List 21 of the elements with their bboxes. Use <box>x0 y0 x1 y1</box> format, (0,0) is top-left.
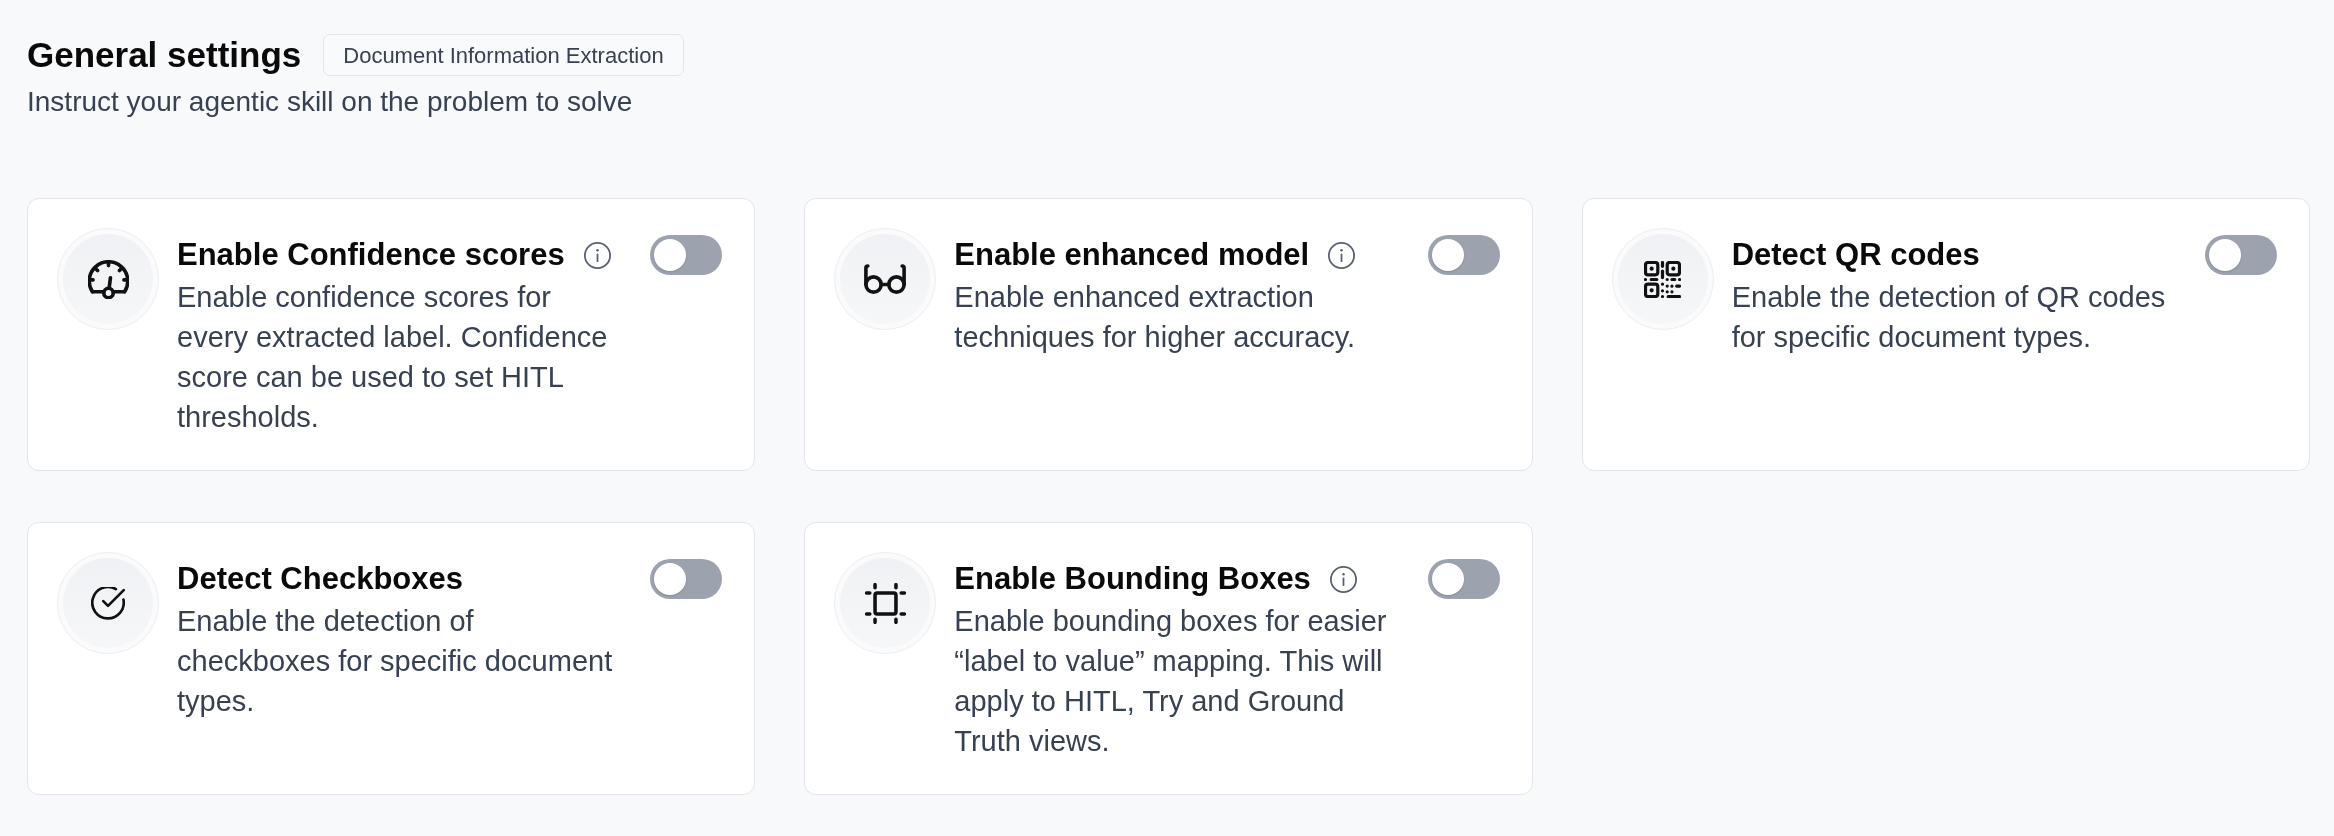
toggle-switch[interactable] <box>2205 235 2277 275</box>
setting-description: Enable bounding boxes for easier “label to value” mapping. This will apply to HITL, Try and Ground Truth views. <box>954 604 1388 759</box>
setting-description: Enable confidence scores for every extracted label. Confidence score can be used to set HITL thresholds. <box>177 280 609 435</box>
setting-title: Enable Bounding Boxes <box>954 560 1311 598</box>
page-subtitle: Instruct your agentic skill on the problem to solve <box>27 85 634 119</box>
category-badge: Document Information Extraction <box>323 34 684 76</box>
setting-title: Enable Confidence scores <box>177 236 565 274</box>
info-icon[interactable] <box>1328 241 1356 269</box>
setting-title: Detect QR codes <box>1731 236 1980 274</box>
page-title: General settings <box>27 34 302 76</box>
setting-description: Enable enhanced extraction techniques for higher accuracy. <box>954 280 1357 355</box>
info-icon[interactable] <box>1329 565 1357 593</box>
setting-description: Enable the detection of QR codes for specific document types. <box>1731 280 2167 355</box>
toggle-switch[interactable] <box>1427 559 1500 599</box>
toggle-switch[interactable] <box>650 235 723 275</box>
toggle-switch[interactable] <box>650 559 723 599</box>
setting-title: Detect Checkboxes <box>177 560 463 598</box>
info-icon[interactable] <box>583 241 611 269</box>
toggle-switch[interactable] <box>1427 235 1500 275</box>
setting-title: Enable enhanced model <box>954 236 1310 274</box>
setting-description: Enable the detection of checkboxes for specific document types. <box>177 604 614 719</box>
